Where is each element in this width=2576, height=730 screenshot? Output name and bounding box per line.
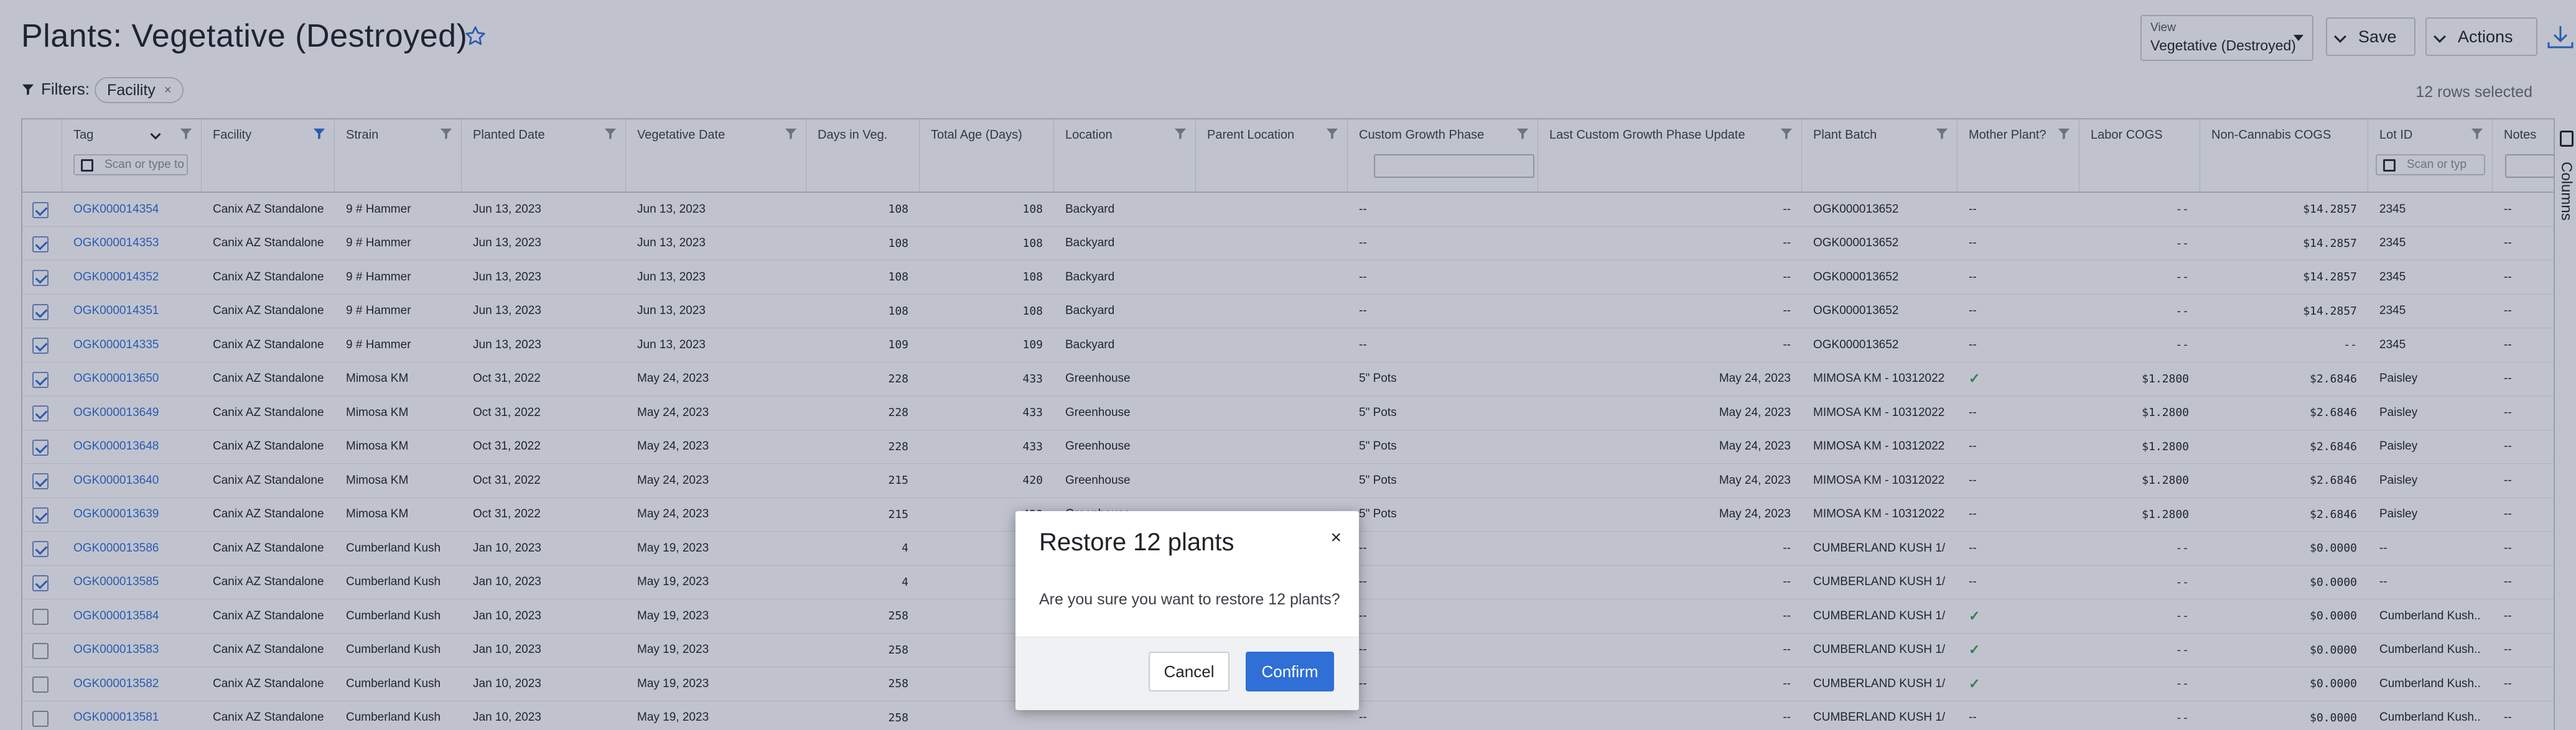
dialog-message: Are you sure you want to restore 12 plan…: [1039, 591, 1340, 608]
dialog-title: Restore 12 plants: [1039, 529, 1234, 556]
confirm-button[interactable]: Confirm: [1246, 652, 1334, 691]
page: Plants: Vegetative (Destroyed) View Vege…: [0, 0, 2576, 730]
close-icon[interactable]: ×: [1330, 527, 1342, 548]
cancel-button[interactable]: Cancel: [1149, 652, 1230, 691]
restore-dialog: Restore 12 plants × Are you sure you wan…: [1015, 511, 1359, 710]
